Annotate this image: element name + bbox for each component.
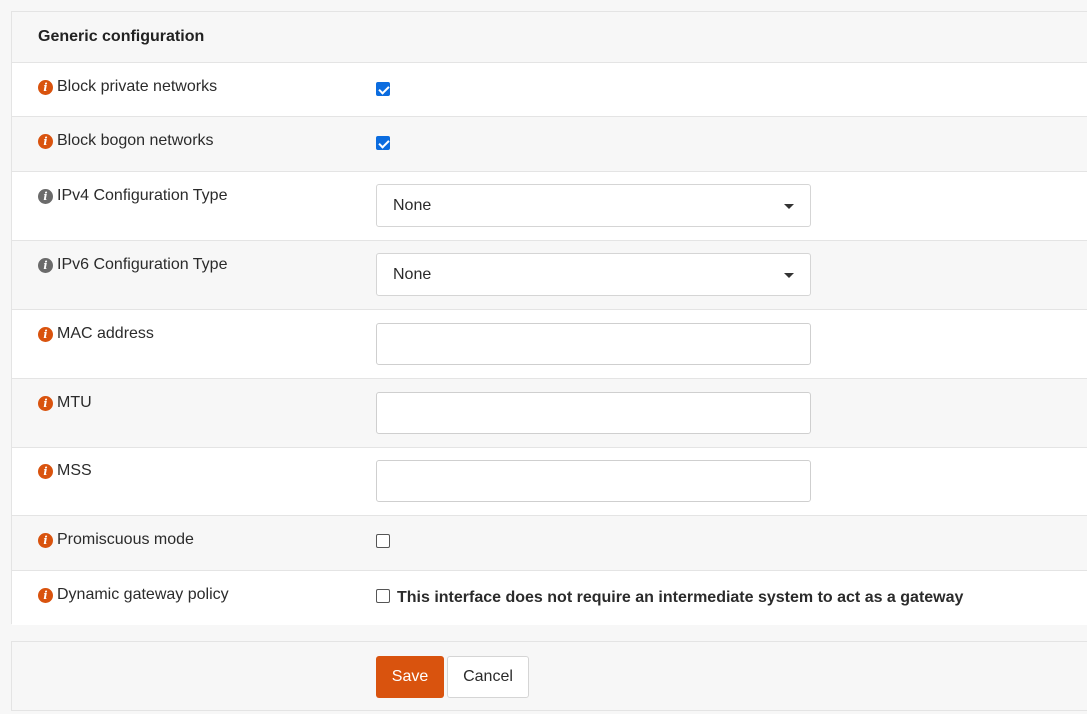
promiscuous-checkbox[interactable] — [376, 534, 390, 548]
dynamic-gateway-checkbox-text[interactable]: This interface does not require an inter… — [397, 589, 963, 607]
info-icon[interactable]: i — [38, 257, 53, 273]
row-ipv6-type: i IPv6 Configuration Type None — [12, 241, 1087, 310]
promiscuous-label: Promiscuous mode — [57, 531, 194, 548]
row-ipv4-type: i IPv4 Configuration Type None — [12, 172, 1087, 241]
block-bogon-checkbox[interactable] — [376, 136, 390, 150]
section-title: Generic configuration — [12, 12, 1087, 63]
row-mss: i MSS — [12, 448, 1087, 516]
row-mac-address: i MAC address — [12, 310, 1087, 379]
ipv4-type-select[interactable]: None — [376, 184, 811, 227]
row-block-private: i Block private networks — [12, 63, 1087, 117]
info-icon[interactable]: i — [38, 79, 53, 95]
mac-address-label: MAC address — [57, 325, 154, 342]
ipv6-type-value: None — [393, 265, 432, 283]
block-private-checkbox[interactable] — [376, 82, 390, 96]
row-promiscuous: i Promiscuous mode — [12, 516, 1087, 571]
row-mtu: i MTU — [12, 379, 1087, 448]
mss-label: MSS — [57, 462, 92, 479]
dynamic-gateway-checkbox[interactable] — [376, 589, 390, 603]
info-icon[interactable]: i — [38, 133, 53, 149]
info-icon[interactable]: i — [38, 463, 53, 479]
save-button[interactable]: Save — [376, 656, 444, 698]
mss-input[interactable] — [376, 460, 811, 502]
info-icon[interactable]: i — [38, 326, 53, 342]
chevron-down-icon — [784, 273, 794, 278]
ipv4-type-value: None — [393, 196, 432, 214]
ipv6-type-label: IPv6 Configuration Type — [57, 256, 228, 273]
generic-config-panel: Generic configuration i Block private ne… — [11, 11, 1087, 625]
cancel-button[interactable]: Cancel — [447, 656, 529, 698]
mtu-label: MTU — [57, 394, 92, 411]
info-icon[interactable]: i — [38, 532, 53, 548]
info-icon[interactable]: i — [38, 188, 53, 204]
info-icon[interactable]: i — [38, 587, 53, 603]
dynamic-gateway-label: Dynamic gateway policy — [57, 586, 229, 603]
form-footer: Save Cancel — [11, 641, 1087, 711]
row-dynamic-gateway: i Dynamic gateway policy This interface … — [12, 571, 1087, 625]
block-private-label: Block private networks — [57, 78, 218, 95]
info-icon[interactable]: i — [38, 395, 53, 411]
ipv4-type-label: IPv4 Configuration Type — [57, 187, 228, 204]
mtu-input[interactable] — [376, 392, 811, 434]
row-block-bogon: i Block bogon networks — [12, 117, 1087, 172]
ipv6-type-select[interactable]: None — [376, 253, 811, 296]
mac-address-input[interactable] — [376, 323, 811, 365]
block-bogon-label: Block bogon networks — [57, 132, 214, 149]
chevron-down-icon — [784, 204, 794, 209]
